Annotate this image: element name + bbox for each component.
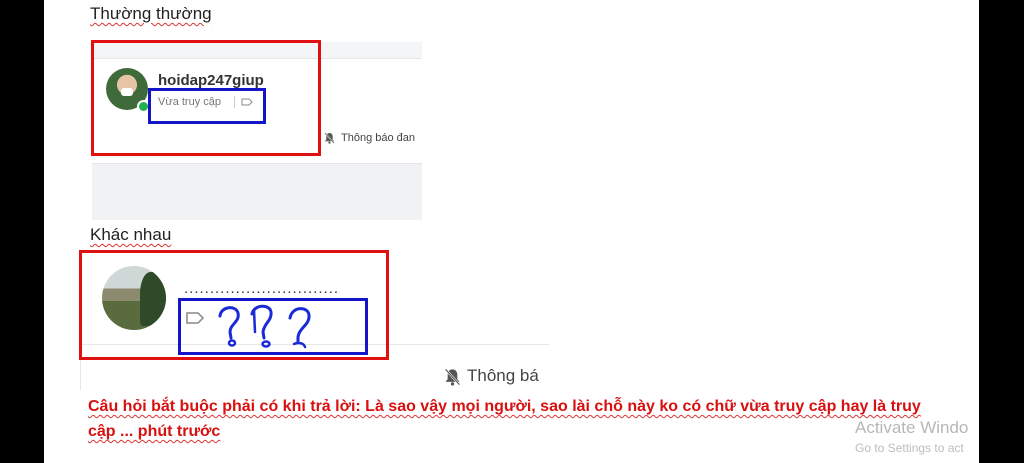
heading-normal: Thường thường <box>90 4 212 23</box>
notification-label: Thông bá <box>467 366 539 385</box>
notification-button[interactable]: Thông báo đan <box>324 132 422 144</box>
blue-highlight-box <box>148 88 266 124</box>
notification-label: Thông báo đan <box>341 132 416 144</box>
activate-windows-subtitle: Go to Settings to act <box>855 441 964 455</box>
question-text: Câu hỏi bắt buộc phải có khi trả lời: Là… <box>88 398 921 440</box>
heading-different: Khác nhau <box>90 225 172 244</box>
blue-highlight-box <box>178 298 368 355</box>
notification-button[interactable]: Thông bá <box>444 366 548 386</box>
activate-windows-title: Activate Windo <box>855 418 969 437</box>
bell-muted-icon <box>444 368 461 386</box>
bell-muted-icon <box>324 132 335 144</box>
document-page: Thường thường hoidap247giup Vừa truy cập… <box>44 0 979 463</box>
